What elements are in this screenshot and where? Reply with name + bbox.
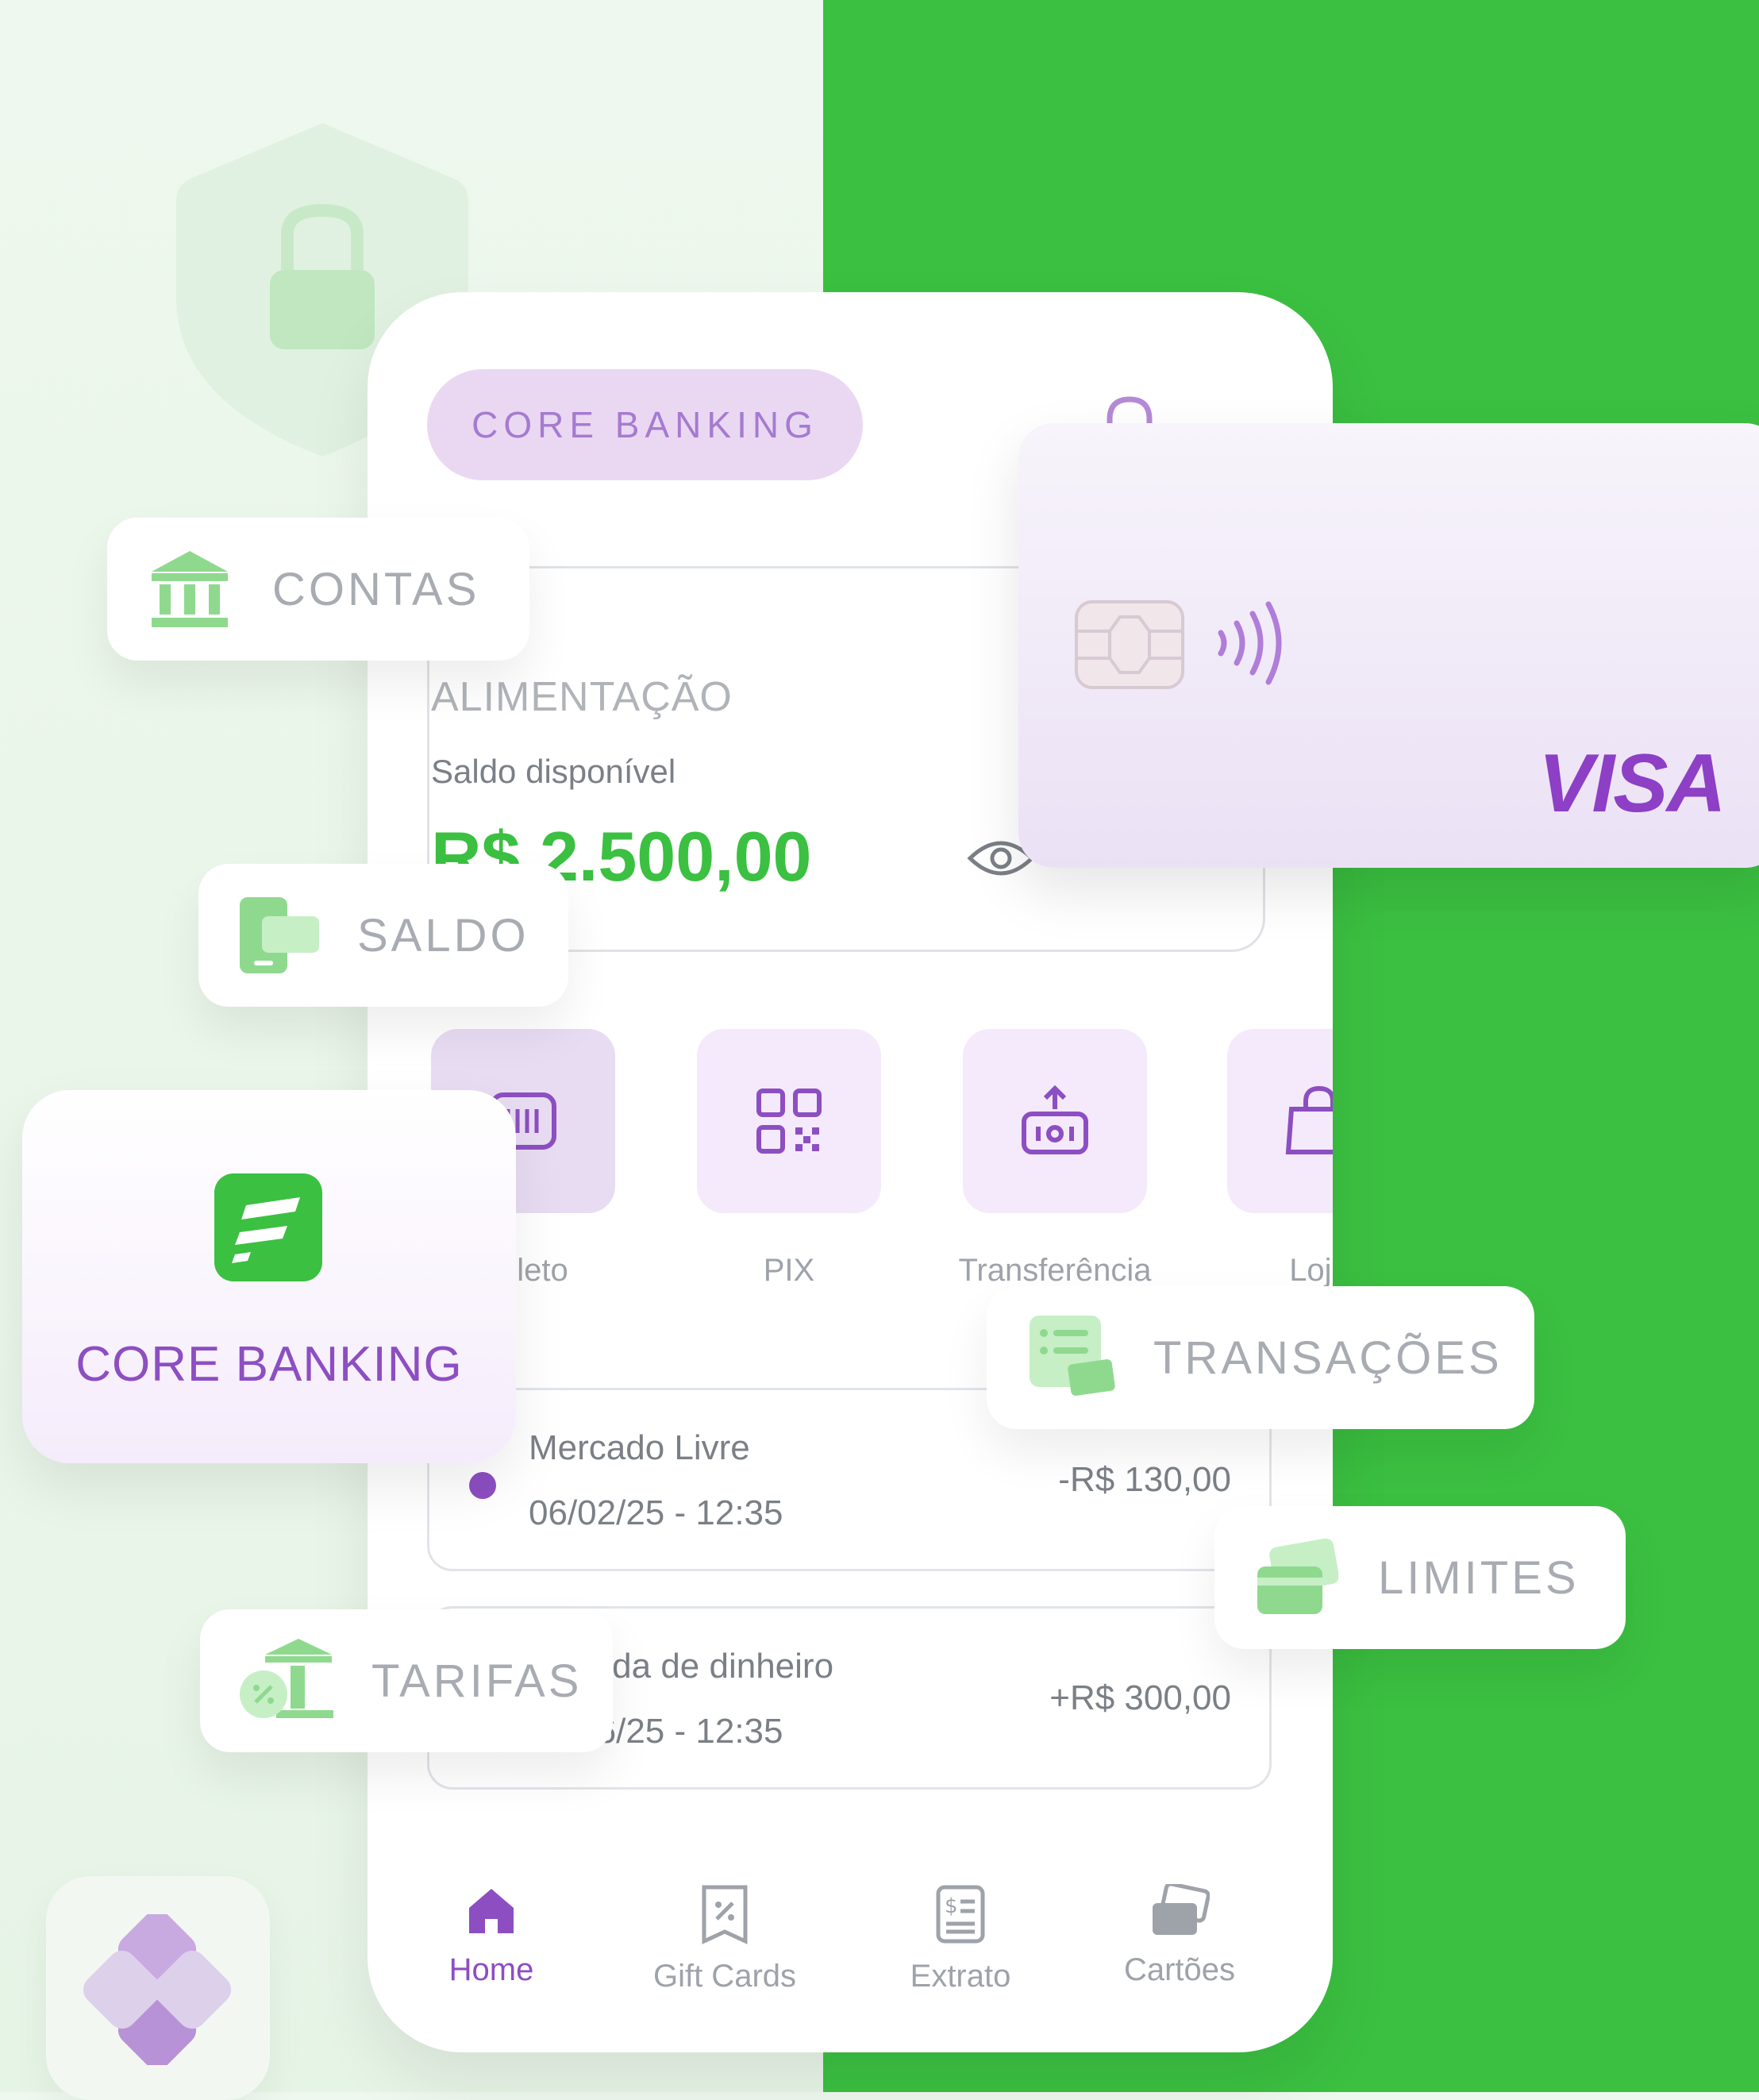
limit-cards-icon <box>1257 1538 1338 1614</box>
balance-available-label: Saldo disponível <box>431 753 676 790</box>
chip-contas-label: CONTAS <box>272 563 480 615</box>
transfer-button[interactable] <box>963 1029 1147 1213</box>
chip-tarifas-label: TARIFAS <box>371 1655 583 1707</box>
transaction-amount: +R$ 300,00 <box>1049 1678 1231 1717</box>
header-pill: CORE BANKING <box>427 369 863 480</box>
core-banking-title: CORE BANKING <box>75 1337 463 1392</box>
transactions-icon <box>1030 1316 1115 1396</box>
chip-limites[interactable]: LIMITES <box>1214 1506 1626 1649</box>
chip-contas[interactable]: CONTAS <box>107 518 529 661</box>
transfer-label: Transferência <box>958 1253 1152 1288</box>
chip-limites-label: LIMITES <box>1378 1551 1580 1604</box>
nav-cartoes[interactable]: Cartões <box>1084 1884 1275 1988</box>
chip-saldo-label: SALDO <box>357 909 529 961</box>
home-icon <box>469 1889 514 1933</box>
fees-icon <box>240 1639 333 1718</box>
shop-button[interactable] <box>1227 1029 1333 1213</box>
transaction-title: Mercado Livre <box>529 1428 750 1467</box>
qr-code-icon <box>756 1089 822 1154</box>
nav-extrato[interactable]: $ Extrato <box>865 1884 1056 1994</box>
nav-cartoes-label: Cartões <box>1123 1952 1236 1987</box>
nav-extrato-label: Extrato <box>910 1959 1011 1994</box>
svg-text:$: $ <box>945 1894 958 1918</box>
status-dot <box>469 1472 496 1499</box>
core-banking-tile: CORE BANKING <box>22 1090 516 1463</box>
transaction-date: 06/02/25 - 12:35 <box>529 1493 783 1532</box>
wallet-icon <box>240 897 319 973</box>
bank-icon <box>152 551 228 627</box>
shopping-bag-icon <box>1285 1085 1333 1154</box>
pix-logo-icon <box>83 1914 232 2065</box>
pix-button[interactable] <box>697 1029 881 1213</box>
card-chip-icon <box>1075 600 1184 689</box>
balance-card-label: ALIMENTAÇÃO <box>431 674 733 720</box>
nav-gift-cards-label: Gift Cards <box>652 1959 797 1994</box>
chip-transacoes[interactable]: TRANSAÇÕES <box>987 1286 1534 1429</box>
shop-label: Loja <box>1289 1253 1333 1288</box>
credit-card: VISA <box>1018 423 1759 868</box>
transaction-amount: -R$ 130,00 <box>1058 1460 1231 1499</box>
chip-tarifas[interactable]: TARIFAS <box>200 1609 613 1752</box>
visa-logo: VISA <box>1538 738 1726 830</box>
nav-home-label: Home <box>448 1952 534 1987</box>
gift-card-icon <box>702 1885 748 1944</box>
cards-icon <box>1153 1884 1210 1935</box>
core-banking-logo <box>214 1173 322 1281</box>
pix-label: PIX <box>763 1253 815 1288</box>
nav-home[interactable]: Home <box>396 1884 587 1988</box>
transfer-icon <box>1022 1085 1088 1154</box>
pix-logo-tile <box>46 1876 270 2100</box>
nav-gift-cards[interactable]: Gift Cards <box>629 1884 820 1994</box>
statement-icon: $ <box>936 1885 985 1944</box>
chip-saldo[interactable]: SALDO <box>198 864 568 1007</box>
contactless-icon <box>1218 601 1282 685</box>
chip-transacoes-label: TRANSAÇÕES <box>1153 1331 1503 1384</box>
